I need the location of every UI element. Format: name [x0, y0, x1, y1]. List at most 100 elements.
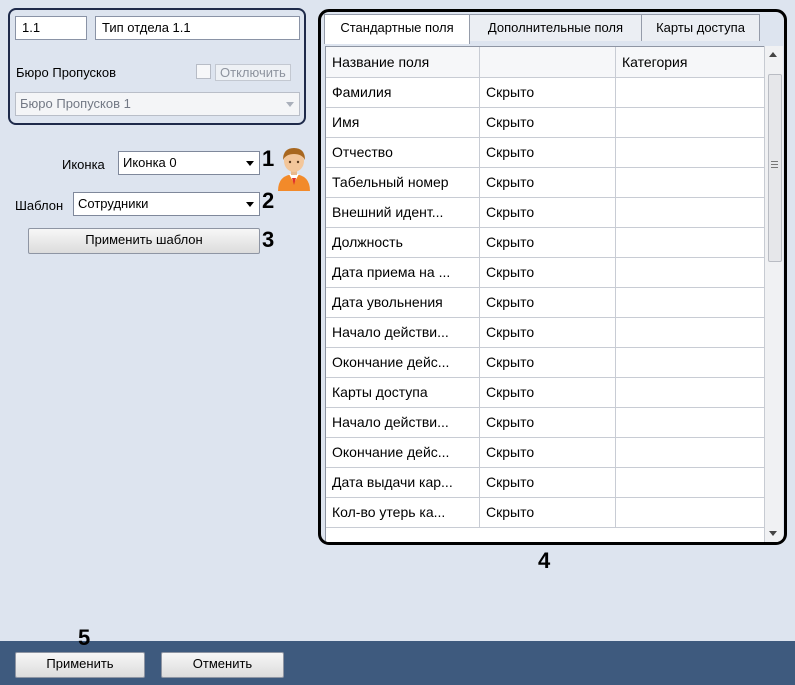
category-cell[interactable] [616, 77, 764, 107]
checkbox-box[interactable] [196, 64, 211, 79]
table-row[interactable]: Табельный номер Скрыто [326, 167, 764, 198]
cancel-button[interactable]: Отменить [161, 652, 284, 678]
scroll-down-icon[interactable] [769, 531, 777, 536]
category-cell[interactable] [616, 197, 764, 227]
category-cell[interactable] [616, 227, 764, 257]
category-cell[interactable] [616, 347, 764, 377]
visibility-cell[interactable]: Скрыто [480, 467, 616, 497]
apply-button[interactable]: Применить [15, 652, 145, 678]
category-cell[interactable] [616, 167, 764, 197]
disable-label[interactable]: Отключить [215, 64, 291, 81]
visibility-cell[interactable]: Скрыто [480, 167, 616, 197]
table-row[interactable]: Начало действи... Скрыто [326, 317, 764, 348]
category-cell[interactable] [616, 137, 764, 167]
name-field[interactable]: Тип отдела 1.1 [95, 16, 300, 40]
code-field[interactable]: 1.1 [15, 16, 87, 40]
table-row[interactable]: Внешний идент... Скрыто [326, 197, 764, 228]
field-name-cell[interactable]: Имя [326, 107, 480, 137]
icon-select[interactable]: Иконка 0 [118, 151, 260, 175]
table-row[interactable]: Отчество Скрыто [326, 137, 764, 168]
table-row[interactable]: Должность Скрыто [326, 227, 764, 258]
field-name-cell[interactable]: Дата увольнения [326, 287, 480, 317]
field-name-cell[interactable]: Кол-во утерь ка... [326, 497, 480, 527]
field-name-cell[interactable]: Окончание дейс... [326, 437, 480, 467]
visibility-cell[interactable]: Скрыто [480, 497, 616, 527]
visibility-cell[interactable]: Скрыто [480, 287, 616, 317]
category-cell[interactable] [616, 287, 764, 317]
visibility-cell[interactable]: Скрыто [480, 377, 616, 407]
visibility-cell[interactable]: Скрыто [480, 257, 616, 287]
field-name-cell[interactable]: Дата приема на ... [326, 257, 480, 287]
field-name-cell[interactable]: Отчество [326, 137, 480, 167]
table-row[interactable]: Кол-во утерь ка... Скрыто [326, 497, 764, 528]
field-name-cell[interactable]: Начало действи... [326, 317, 480, 347]
table-row[interactable]: Начало действи... Скрыто [326, 407, 764, 438]
bureau-select-value: Бюро Пропусков 1 [20, 96, 131, 111]
category-cell[interactable] [616, 107, 764, 137]
table-row[interactable]: Дата увольнения Скрыто [326, 287, 764, 318]
tab-standard-fields[interactable]: Стандартные поля [324, 14, 470, 44]
marker-5: 5 [78, 625, 91, 650]
table-row[interactable]: Фамилия Скрыто [326, 77, 764, 108]
table-row[interactable]: Дата приема на ... Скрыто [326, 257, 764, 288]
field-name-cell[interactable]: Начало действи... [326, 407, 480, 437]
field-name-cell[interactable]: Фамилия [326, 77, 480, 107]
tab-access-cards[interactable]: Карты доступа [641, 14, 760, 41]
template-label: Шаблон [15, 198, 64, 213]
field-name-cell[interactable]: Окончание дейс... [326, 347, 480, 377]
disable-checkbox[interactable]: Отключить [196, 64, 291, 82]
visibility-cell[interactable]: Скрыто [480, 407, 616, 437]
header-visibility[interactable] [480, 47, 616, 77]
visibility-cell[interactable]: Скрыто [480, 437, 616, 467]
visibility-cell[interactable]: Скрыто [480, 347, 616, 377]
header-category[interactable]: Категория [616, 47, 764, 77]
visibility-cell[interactable]: Скрыто [480, 317, 616, 347]
category-cell[interactable] [616, 467, 764, 497]
field-name-cell[interactable]: Табельный номер [326, 167, 480, 197]
field-name-cell[interactable]: Внешний идент... [326, 197, 480, 227]
fields-table: Название поля Категория Фамилия Скрыто Имя… [325, 46, 765, 542]
category-cell[interactable] [616, 377, 764, 407]
marker-4: 4 [538, 548, 551, 573]
category-cell[interactable] [616, 407, 764, 437]
field-name-cell[interactable]: Дата выдачи кар... [326, 467, 480, 497]
bureau-label: Бюро Пропусков [16, 65, 117, 80]
fields-tab-panel: Стандартные поля Дополнительные поля Кар… [318, 9, 787, 545]
scrollbar-thumb[interactable] [768, 74, 782, 262]
department-group: 1.1 Тип отдела 1.1 Бюро Пропусков Отключ… [8, 8, 306, 125]
bureau-select[interactable]: Бюро Пропусков 1 [15, 92, 300, 116]
icon-label: Иконка [62, 157, 105, 172]
table-row[interactable]: Имя Скрыто [326, 107, 764, 138]
marker-2: 2 [262, 188, 275, 213]
marker-3: 3 [262, 227, 275, 252]
table-row[interactable]: Окончание дейс... Скрыто [326, 347, 764, 378]
chevron-down-icon [246, 161, 254, 166]
table-row[interactable]: Дата выдачи кар... Скрыто [326, 467, 764, 498]
category-cell[interactable] [616, 497, 764, 527]
tab-additional-fields[interactable]: Дополнительные поля [468, 14, 643, 41]
category-cell[interactable] [616, 437, 764, 467]
chevron-down-icon [286, 102, 294, 107]
grip-icon [771, 161, 778, 162]
chevron-down-icon [246, 202, 254, 207]
template-select-value: Сотрудники [78, 196, 149, 211]
field-name-cell[interactable]: Должность [326, 227, 480, 257]
template-select[interactable]: Сотрудники [73, 192, 260, 216]
visibility-cell[interactable]: Скрыто [480, 77, 616, 107]
table-row[interactable]: Карты доступа Скрыто [326, 377, 764, 408]
apply-template-button[interactable]: Применить шаблон [28, 228, 260, 254]
table-scrollbar[interactable] [764, 46, 783, 542]
visibility-cell[interactable]: Скрыто [480, 107, 616, 137]
header-field-name[interactable]: Название поля [326, 47, 480, 77]
category-cell[interactable] [616, 257, 764, 287]
visibility-cell[interactable]: Скрыто [480, 227, 616, 257]
field-name-cell[interactable]: Карты доступа [326, 377, 480, 407]
scroll-up-icon[interactable] [769, 52, 777, 57]
category-cell[interactable] [616, 317, 764, 347]
visibility-cell[interactable]: Скрыто [480, 197, 616, 227]
table-row[interactable]: Окончание дейс... Скрыто [326, 437, 764, 468]
user-avatar-icon [274, 143, 314, 191]
icon-select-value: Иконка 0 [123, 155, 177, 170]
visibility-cell[interactable]: Скрыто [480, 137, 616, 167]
table-header-row: Название поля Категория [326, 47, 764, 78]
